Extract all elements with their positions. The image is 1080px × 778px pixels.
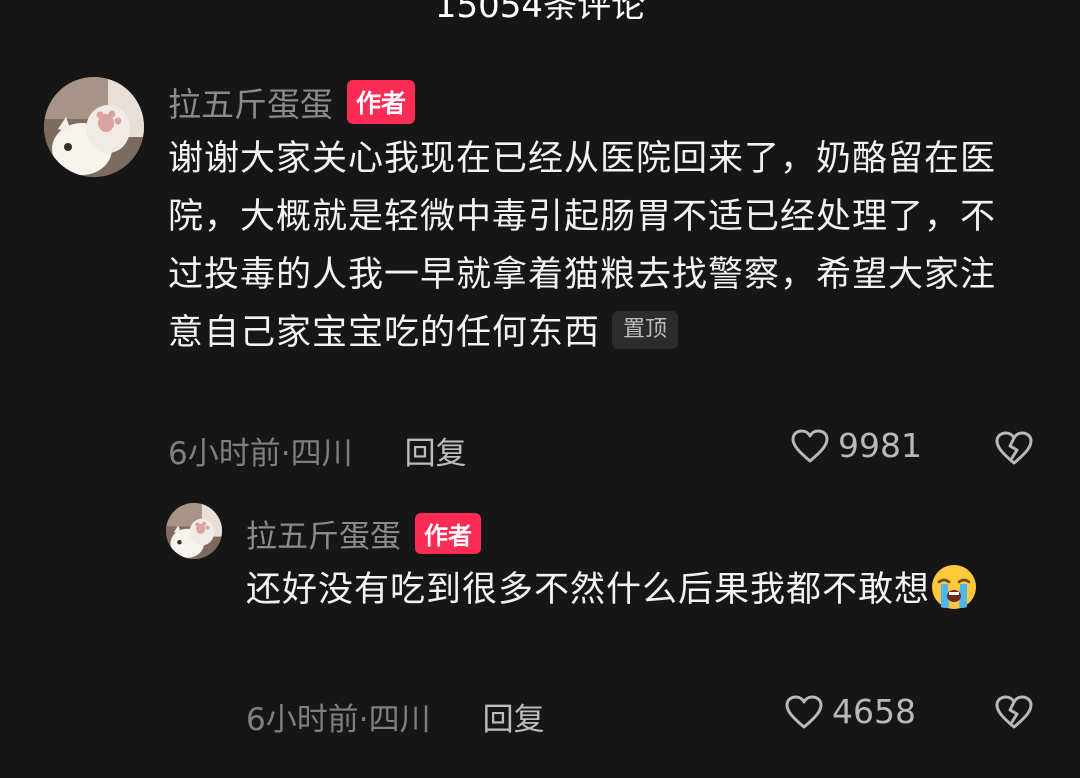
avatar[interactable] [44,77,144,177]
dislike-button[interactable] [994,694,1034,734]
heart-outline-icon [785,695,823,728]
timestamp-location: 6小时前·四川 [246,702,431,738]
heart-outline-icon [791,429,829,462]
pinned-badge: 置顶 [612,311,679,349]
author-badge: 作者 [347,80,416,124]
crying-face-emoji [932,565,977,609]
like-button[interactable]: 4658 [784,692,916,731]
reply-button[interactable]: 回复 [483,694,545,739]
like-count: 9981 [838,426,922,465]
comment-header: 拉五斤蛋蛋 作者 [168,78,416,126]
comment-meta: 6小时前·四川 回复 [246,694,545,739]
author-badge: 作者 [415,513,481,554]
dislike-button[interactable] [994,430,1034,470]
comment-text: 谢谢大家关心我现在已经从医院回来了，奶酪留在医院，大概就是轻微中毒引起肠胃不适已… [168,130,1018,362]
username[interactable]: 拉五斤蛋蛋 [246,511,401,556]
broken-heart-icon [995,431,1033,465]
username[interactable]: 拉五斤蛋蛋 [168,78,333,126]
comment-body: 还好没有吃到很多不然什么后果我都不敢想 [246,570,931,610]
like-button[interactable]: 9981 [790,426,922,465]
comment-header: 拉五斤蛋蛋 作者 [246,511,481,556]
comments-count-title: 15054条评论 [434,0,646,26]
avatar[interactable] [166,503,222,559]
broken-heart-icon [995,695,1033,729]
comment-meta: 6小时前·四川 回复 [168,428,467,473]
reply-button[interactable]: 回复 [405,428,467,473]
timestamp-location: 6小时前·四川 [168,436,353,472]
like-count: 4658 [832,692,916,731]
comment-text: 还好没有吃到很多不然什么后果我都不敢想 [246,561,1016,619]
comment-body: 谢谢大家关心我现在已经从医院回来了，奶酪留在医院，大概就是轻微中毒引起肠胃不适已… [168,139,997,353]
